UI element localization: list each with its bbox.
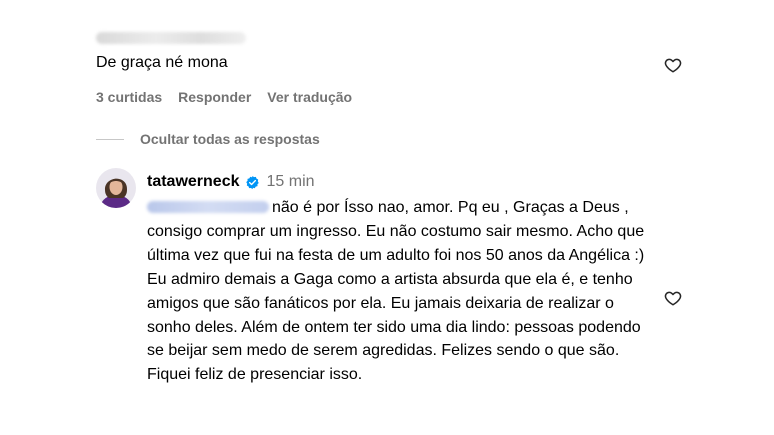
heart-outline-icon — [664, 58, 682, 73]
reply-button[interactable]: Responder — [178, 89, 251, 105]
reply-timestamp: 15 min — [266, 173, 315, 190]
like-reply-button[interactable] — [664, 289, 682, 307]
reply-body: não é por Ísso nao, amor. Pq eu , Graças… — [147, 199, 645, 384]
reply-header: tatawerneck 15 min — [147, 173, 315, 191]
thread-line-divider — [96, 138, 124, 140]
reply-username[interactable]: tatawerneck — [147, 173, 240, 191]
avatar[interactable] — [96, 168, 136, 208]
comment-text: De graça né mona — [96, 54, 228, 71]
reply-text: não é por Ísso nao, amor. Pq eu , Graças… — [147, 196, 647, 387]
heart-outline-icon — [664, 291, 682, 306]
likes-count-link[interactable]: 3 curtidas — [96, 89, 162, 105]
mention-link-blurred[interactable] — [147, 201, 269, 213]
verified-badge-icon — [245, 175, 259, 189]
like-comment-button[interactable] — [664, 56, 682, 74]
hide-replies-button[interactable]: Ocultar todas as respostas — [96, 131, 320, 147]
see-translation-link[interactable]: Ver tradução — [267, 89, 352, 105]
hide-replies-label: Ocultar todas as respostas — [140, 131, 320, 147]
commenter-username-blurred[interactable] — [96, 32, 246, 44]
avatar-image — [96, 168, 136, 208]
comment-actions: 3 curtidas Responder Ver tradução — [96, 89, 352, 105]
